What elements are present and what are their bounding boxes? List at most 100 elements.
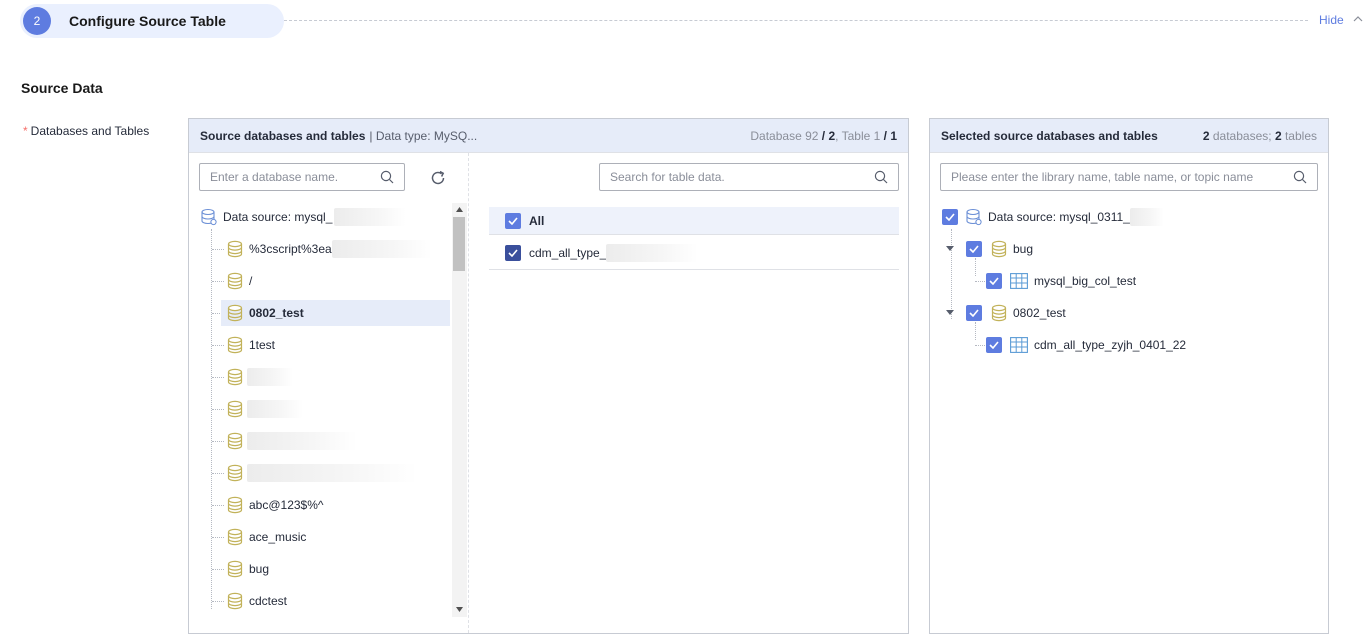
step-title: Configure Source Table <box>69 13 226 29</box>
database-item[interactable]: 0802_test <box>221 300 450 326</box>
database-name: 1test <box>249 338 276 352</box>
database-item[interactable] <box>221 460 450 486</box>
table-checkbox[interactable] <box>986 337 1002 353</box>
database-item[interactable]: 1test <box>221 332 450 358</box>
database-name: 0802_test <box>1013 306 1066 320</box>
database-icon <box>227 528 243 546</box>
chevron-up-icon[interactable] <box>1352 14 1364 24</box>
selected-panel: Selected source databases and tables 2 d… <box>929 118 1329 634</box>
search-icon[interactable] <box>874 170 888 184</box>
stat-db-selected: / 2 <box>821 128 836 143</box>
table-icon <box>1010 337 1028 353</box>
step-number: 2 <box>23 7 51 35</box>
database-item[interactable] <box>221 396 450 422</box>
database-item[interactable]: ace_music <box>221 524 450 550</box>
database-icon <box>227 368 243 386</box>
stat-table-label: Table <box>841 128 871 143</box>
database-icon <box>991 304 1007 322</box>
field-label-text: Databases and Tables <box>30 124 150 138</box>
database-icon <box>227 240 243 258</box>
database-item[interactable]: bug <box>221 556 450 582</box>
redacted-text <box>334 208 407 226</box>
database-item[interactable]: cdctest <box>221 588 450 614</box>
database-name: bug <box>249 562 270 576</box>
database-name: %3cscript%3ea <box>249 242 332 256</box>
column-divider <box>468 153 469 633</box>
selected-database-row[interactable]: 0802_test <box>946 300 1066 326</box>
selected-database-row[interactable]: bug <box>946 236 1033 262</box>
database-name: ace_music <box>249 530 307 544</box>
database-icon <box>227 304 243 322</box>
tree-guide <box>975 322 976 340</box>
source-panel: Source databases and tables | Data type:… <box>188 118 909 634</box>
stat-table-selected: / 1 <box>883 128 897 143</box>
database-item[interactable] <box>221 428 450 454</box>
redacted-text <box>331 240 432 258</box>
database-name: abc@123$%^ <box>249 498 324 512</box>
selected-datasource-row[interactable]: Data source: mysql_0311_ <box>942 204 1164 230</box>
source-panel-stats: Database 92 / 2, Table 1 / 1 <box>750 128 897 143</box>
table-list-header[interactable]: All <box>489 207 899 235</box>
caret-down-icon[interactable] <box>946 310 954 316</box>
table-name: cdm_all_type_zyjh_0401_22 <box>1034 338 1187 352</box>
database-item[interactable] <box>221 364 450 390</box>
datasource-checkbox[interactable] <box>942 209 958 225</box>
datasource-row[interactable]: Data source: mysql_ <box>201 204 407 230</box>
table-checkbox[interactable] <box>505 244 521 261</box>
stat-table-total: 1 <box>873 128 881 143</box>
db-tree: Data source: mysql_ %3cscript%3ea / 0802_t… <box>189 119 469 633</box>
database-icon <box>991 240 1007 258</box>
table-row[interactable]: cdm_all_type_ <box>489 236 899 270</box>
database-item[interactable]: / <box>221 268 450 294</box>
table-name: cdm_all_type_ <box>529 245 607 260</box>
redacted-text <box>247 400 303 418</box>
redacted-text <box>247 464 417 482</box>
scroll-down-icon[interactable] <box>456 607 463 612</box>
required-mark: * <box>23 124 28 138</box>
database-name: cdctest <box>249 594 288 608</box>
database-icon <box>227 464 243 482</box>
select-all-label: All <box>529 213 545 228</box>
database-icon <box>227 592 243 610</box>
datasource-label: Data source: mysql_ <box>223 210 333 224</box>
scrollbar-thumb[interactable] <box>453 217 465 271</box>
stat-db-label: Database <box>750 128 802 143</box>
database-icon <box>227 272 243 290</box>
selected-table-row[interactable]: cdm_all_type_zyjh_0401_22 <box>986 332 1186 358</box>
table-search-box[interactable] <box>599 163 899 191</box>
hide-link[interactable]: Hide <box>1319 13 1344 27</box>
step-header: 2 Configure Source Table <box>20 4 284 38</box>
datasource-label: Data source: mysql_0311_ <box>988 210 1130 224</box>
datasource-icon <box>966 208 982 226</box>
field-label: * Databases and Tables <box>23 124 149 138</box>
redacted-text <box>247 368 293 386</box>
redacted-text <box>606 243 699 262</box>
section-title: Source Data <box>21 80 103 96</box>
database-name: 0802_test <box>249 306 304 320</box>
database-name: / <box>249 274 253 288</box>
database-icon <box>227 560 243 578</box>
redacted-text <box>247 432 357 450</box>
scroll-up-icon[interactable] <box>456 207 463 212</box>
database-icon <box>227 432 243 450</box>
database-icon <box>227 336 243 354</box>
table-search-input[interactable] <box>610 170 874 184</box>
selected-table-row[interactable]: mysql_big_col_test <box>986 268 1136 294</box>
database-icon <box>227 496 243 514</box>
caret-down-icon[interactable] <box>946 246 954 252</box>
database-checkbox[interactable] <box>966 305 982 321</box>
redacted-text <box>1129 208 1164 226</box>
table-checkbox[interactable] <box>986 273 1002 289</box>
database-icon <box>227 400 243 418</box>
database-checkbox[interactable] <box>966 241 982 257</box>
database-item[interactable]: abc@123$%^ <box>221 492 450 518</box>
datasource-icon <box>201 208 217 226</box>
stat-db-total: 92 <box>805 128 819 143</box>
database-item[interactable]: %3cscript%3ea <box>221 236 450 262</box>
tree-guide <box>211 229 212 609</box>
database-name: bug <box>1013 242 1034 256</box>
selected-tree: Data source: mysql_0311_ bug mysql_big_co… <box>930 119 1328 419</box>
select-all-checkbox[interactable] <box>505 212 521 229</box>
table-name: mysql_big_col_test <box>1034 274 1137 288</box>
db-tree-scrollbar[interactable] <box>452 203 467 617</box>
